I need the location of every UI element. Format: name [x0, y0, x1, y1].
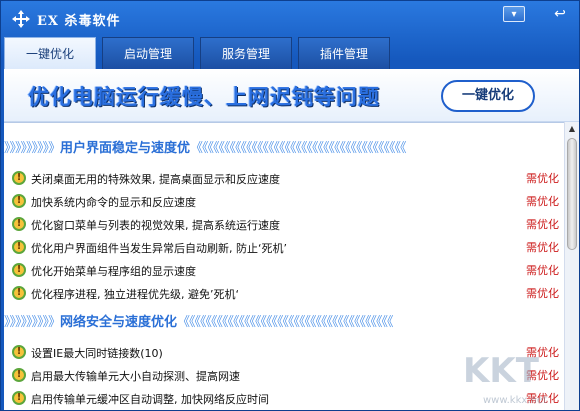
watermark-url: www.kkx.net — [483, 395, 547, 406]
status-label: 需优化 — [526, 218, 559, 231]
list-item[interactable]: ! 优化程序进程, 独立进程优先级, 避免’死机‘ 需优化 — [4, 285, 564, 305]
tab-label: 服务管理 — [221, 47, 270, 61]
app-title: EX 杀毒软件 — [37, 14, 121, 29]
warning-icon: ! — [12, 368, 26, 382]
status-label: 需优化 — [526, 287, 559, 300]
item-text: 启用传输单元缓冲区自动调整, 加快网络反应时间 — [31, 393, 269, 406]
warning-icon: ! — [12, 263, 26, 277]
status-label: 需优化 — [526, 241, 559, 254]
section-header-ui: 》》》》》》》》》用户界面稳定与速度优《《《《《《《《《《《《《《《《《《《《《… — [4, 137, 564, 159]
item-text: 设置IE最大同时链接数(10) — [31, 347, 163, 360]
tab-label: 启动管理 — [123, 47, 172, 61]
dropdown-icon: ▾ — [511, 9, 517, 20]
chevron-decoration: 》》》》》》》》》 — [4, 315, 61, 330]
section-header-network: 》》》》》》》》》网络安全与速度优化《《《《《《《《《《《《《《《《《《《《《《… — [4, 311, 564, 333]
item-text: 优化窗口菜单与列表的视觉效果, 提高系统运行速度 — [31, 219, 280, 232]
item-text: 启用最大传输单元大小自动探测、提高网速 — [31, 370, 240, 383]
tab-startup-management[interactable]: 启动管理 — [102, 37, 194, 69]
back-arrow-icon: ↩ — [554, 6, 566, 22]
tab-plugin-management[interactable]: 插件管理 — [298, 37, 390, 69]
warning-icon: ! — [12, 217, 26, 231]
item-text: 优化程序进程, 独立进程优先级, 避免’死机‘ — [31, 288, 239, 301]
chevron-decoration: 《《《《《《《《《《《《《《《《《《《《《《《《《《《《《《《《《《《《《《 — [190, 141, 407, 156]
one-click-optimize-button[interactable]: 一键优化 — [441, 80, 535, 112]
list-item[interactable]: ! 关闭桌面无用的特殊效果, 提高桌面显示和反应速度 需优化 — [4, 170, 564, 190]
warning-icon: ! — [12, 171, 26, 185]
item-text: 优化用户界面组件当发生异常后自动刷新, 防止‘死机’ — [31, 242, 287, 255]
tab-one-click-optimize[interactable]: 一键优化 — [4, 37, 96, 71]
section-title: 用户界面稳定与速度优 — [60, 141, 191, 156]
banner: 优化电脑运行缓慢、上网迟钝等问题 一键优化 — [4, 69, 579, 122]
warning-icon: ! — [12, 194, 26, 208]
tab-label: 插件管理 — [319, 47, 368, 61]
banner-text: 优化电脑运行缓慢、上网迟钝等问题 — [28, 85, 380, 109]
warning-icon: ! — [12, 286, 26, 300]
status-label: 需优化 — [526, 172, 559, 185]
button-label: 一键优化 — [461, 88, 514, 103]
item-text: 优化开始菜单与程序组的显示速度 — [31, 265, 196, 278]
status-label: 需优化 — [526, 195, 559, 208]
list-item[interactable]: ! 优化窗口菜单与列表的视觉效果, 提高系统运行速度 需优化 — [4, 216, 564, 236]
item-text: 关闭桌面无用的特殊效果, 提高桌面显示和反应速度 — [31, 173, 280, 186]
watermark-text: KKT — [463, 351, 539, 391]
tab-label: 一键优化 — [25, 47, 74, 61]
title-bar[interactable]: EX 杀毒软件 ▾ ↩ — [1, 1, 579, 37]
warning-icon: ! — [12, 391, 26, 405]
tab-bar: 一键优化 启动管理 服务管理 插件管理 — [4, 37, 579, 71]
back-button[interactable]: ↩ — [549, 6, 571, 22]
tab-service-management[interactable]: 服务管理 — [200, 37, 292, 69]
scroll-thumb[interactable] — [567, 138, 577, 250]
warning-icon: ! — [12, 345, 26, 359]
watermark-logo: KKT www.kkx.net — [463, 351, 573, 409]
list-item[interactable]: ! 优化开始菜单与程序组的显示速度 需优化 — [4, 262, 564, 282]
status-label: 需优化 — [526, 264, 559, 277]
menu-button[interactable]: ▾ — [503, 6, 525, 22]
warning-icon: ! — [12, 240, 26, 254]
list-item[interactable]: ! 加快系统内命令的显示和反应速度 需优化 — [4, 193, 564, 213]
chevron-decoration: 《《《《《《《《《《《《《《《《《《《《《《《《《《《《《《《《《《《《《《 — [177, 315, 394, 330]
list-item[interactable]: ! 优化用户界面组件当发生异常后自动刷新, 防止‘死机’ 需优化 — [4, 239, 564, 259]
section-title: 网络安全与速度优化 — [60, 315, 178, 330]
scroll-up-arrow-icon[interactable]: ▲ — [565, 122, 579, 136]
app-window: EX 杀毒软件 ▾ ↩ 一键优化 启动管理 服务管理 插件管理 优化电脑运行缓慢… — [0, 0, 580, 411]
chevron-decoration: 》》》》》》》》》 — [4, 141, 61, 156]
move-arrows-icon — [12, 10, 30, 28]
item-text: 加快系统内命令的显示和反应速度 — [31, 196, 196, 209]
